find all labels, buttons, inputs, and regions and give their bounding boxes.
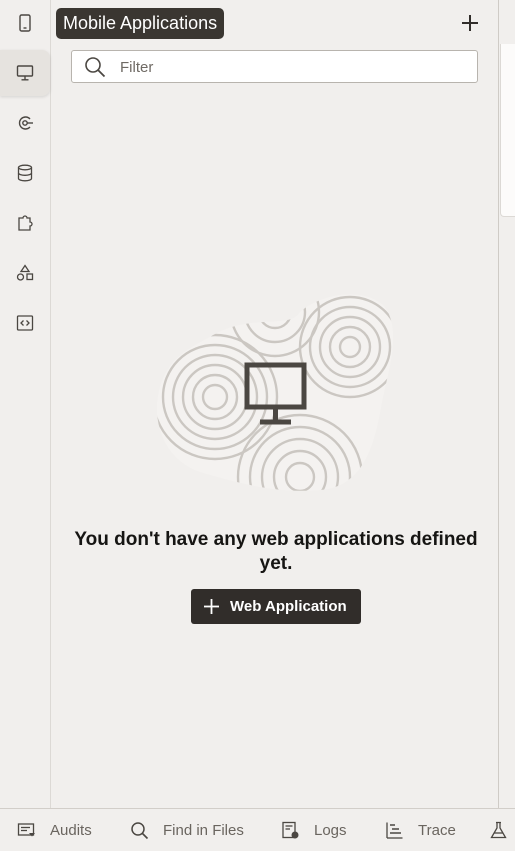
trace-icon <box>386 822 403 839</box>
processes-button[interactable] <box>0 100 50 146</box>
tests-tab[interactable] <box>489 809 515 851</box>
mobile-applications-tooltip: Mobile Applications <box>56 8 225 39</box>
filter-input[interactable] <box>118 51 472 84</box>
trace-label: Trace <box>418 821 456 839</box>
trace-tab[interactable]: Trace <box>385 809 456 851</box>
empty-state-message: You don't have any web applications defi… <box>74 529 478 574</box>
shapes-icon <box>16 264 34 281</box>
logs-label: Logs <box>314 821 347 839</box>
business-objects-button[interactable] <box>0 150 50 196</box>
web-application-button-label: Web Application <box>230 598 347 615</box>
source-button[interactable] <box>0 300 50 346</box>
find-in-files-tab[interactable]: Find in Files <box>130 809 244 851</box>
flask-icon <box>490 821 507 838</box>
web-applications-button[interactable] <box>0 50 50 96</box>
panel-divider <box>498 0 499 808</box>
add-button[interactable] <box>457 10 483 36</box>
find-in-files-label: Find in Files <box>163 821 244 839</box>
mobile-icon <box>19 14 31 32</box>
search-icon <box>85 57 106 78</box>
side-panel-tab[interactable] <box>500 44 515 217</box>
process-icon <box>18 116 33 130</box>
audits-tab[interactable]: Audits <box>17 809 92 851</box>
activity-rail <box>0 0 51 808</box>
database-icon <box>17 164 33 182</box>
puzzle-icon <box>18 215 33 231</box>
audits-label: Audits <box>50 821 92 839</box>
search-icon <box>131 821 149 839</box>
plus-icon <box>462 15 478 31</box>
filter-field[interactable] <box>71 50 478 84</box>
logs-tab[interactable]: Logs <box>281 809 347 851</box>
components-button[interactable] <box>0 200 50 246</box>
logs-icon <box>282 821 299 838</box>
code-icon <box>16 315 34 331</box>
plus-icon <box>204 599 219 614</box>
empty-state-illustration <box>156 294 394 491</box>
custom-button[interactable] <box>0 250 50 296</box>
mobile-applications-button[interactable] <box>0 0 50 46</box>
bottom-panel-bar: Audits Find in Files Logs Trace <box>0 808 515 851</box>
desktop-icon <box>16 65 34 81</box>
audits-icon <box>17 822 35 836</box>
add-web-application-button[interactable]: Web Application <box>191 589 361 624</box>
